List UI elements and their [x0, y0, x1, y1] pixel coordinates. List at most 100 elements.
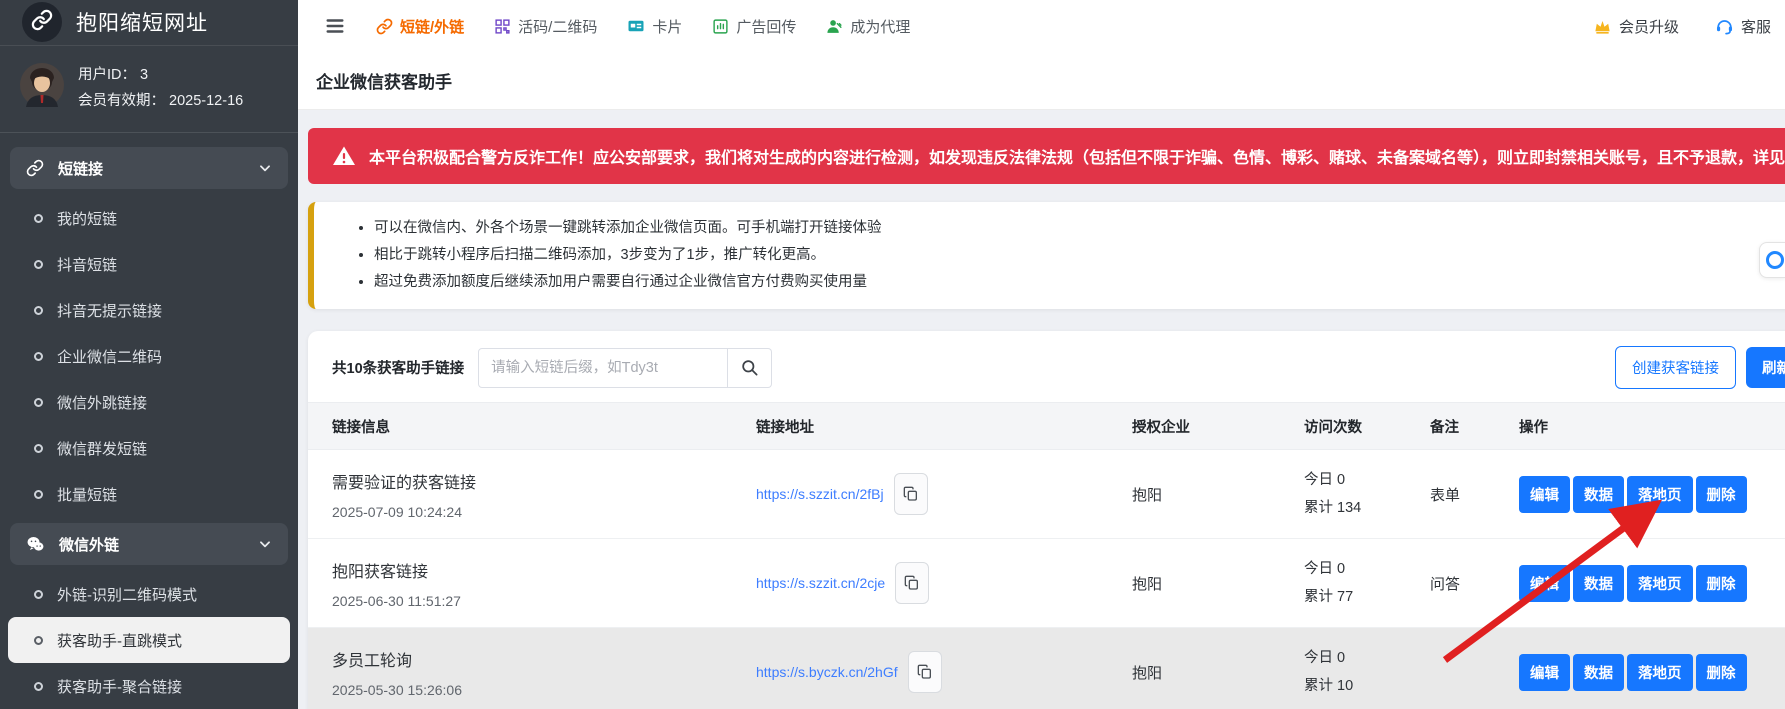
sidebar-group-shortlink[interactable]: 短链接 [10, 147, 288, 189]
member-upgrade-button[interactable]: 会员升级 [1593, 16, 1679, 37]
data-button[interactable]: 数据 [1573, 476, 1624, 513]
edit-button[interactable]: 编辑 [1519, 476, 1570, 513]
circle-marker-icon [34, 306, 43, 315]
table-toolbar: 共10条获客助手链接 创建获客链接 刷新 [308, 331, 1785, 402]
sidebar-item-wechat-jump[interactable]: 微信外跳链接 [8, 379, 290, 425]
col-header-link-info: 链接信息 [332, 416, 750, 437]
data-button[interactable]: 数据 [1573, 654, 1624, 691]
tab-label: 短链/外链 [400, 16, 464, 37]
sidebar-item-douyin-noprompt[interactable]: 抖音无提示链接 [8, 287, 290, 333]
warning-triangle-icon [332, 144, 356, 168]
user-id: 用户ID： 3 [78, 62, 243, 88]
link-created-date: 2025-05-30 15:26:06 [332, 682, 734, 698]
edit-button[interactable]: 编辑 [1519, 654, 1570, 691]
col-header-company: 授权企业 [1122, 416, 1298, 437]
wechat-icon [26, 535, 45, 554]
page-title: 企业微信获客助手 [298, 52, 1785, 110]
col-header-remark: 备注 [1424, 416, 1512, 437]
sidebar-item-label: 批量短链 [57, 484, 117, 505]
circle-marker-icon [34, 398, 43, 407]
remark: 问答 [1424, 573, 1512, 594]
sidebar-group-wechat-external[interactable]: 微信外链 [10, 523, 288, 565]
authorized-company: 抱阳 [1122, 573, 1298, 594]
refresh-button[interactable]: 刷新 [1746, 347, 1785, 388]
table-row: 抱阳获客链接 2025-06-30 11:51:27 https://s.szz… [308, 539, 1785, 628]
short-url-link[interactable]: https://s.szzit.cn/2fBj [756, 486, 884, 502]
link-count-text: 共10条获客助手链接 [332, 357, 464, 378]
create-acquisition-link-button[interactable]: 创建获客链接 [1615, 346, 1736, 389]
visit-stats: 今日 0 累计 10 [1298, 651, 1424, 693]
tab-card[interactable]: 卡片 [627, 16, 682, 37]
copy-button[interactable] [895, 562, 929, 604]
sidebar-item-wecom-qr[interactable]: 企业微信二维码 [8, 333, 290, 379]
tab-label: 活码/二维码 [518, 16, 597, 37]
visits-today: 今日 0 [1304, 651, 1424, 666]
sidebar-item-douyin-shortlink[interactable]: 抖音短链 [8, 241, 290, 287]
authorized-company: 抱阳 [1122, 484, 1298, 505]
sidebar-group-label: 微信外链 [59, 534, 119, 555]
circle-marker-icon [34, 590, 43, 599]
floating-widget-icon [1766, 251, 1784, 269]
tab-label: 广告回传 [736, 16, 796, 37]
sidebar-item-acquisition-aggregate[interactable]: 获客助手-聚合链接 [8, 663, 290, 709]
tab-shortlink-extlink[interactable]: 短链/外链 [376, 16, 464, 37]
landing-page-button[interactable]: 落地页 [1627, 654, 1693, 691]
circle-marker-icon [34, 490, 43, 499]
sidebar-item-label: 微信外跳链接 [57, 392, 147, 413]
data-button[interactable]: 数据 [1573, 565, 1624, 602]
headset-icon [1715, 17, 1734, 36]
chain-link-icon [31, 9, 53, 36]
link-name: 多员工轮询 [332, 647, 734, 671]
sidebar-item-label: 获客助手-聚合链接 [57, 676, 182, 697]
sidebar-item-batch-shortlink[interactable]: 批量短链 [8, 471, 290, 517]
col-header-link-url: 链接地址 [750, 416, 1122, 437]
topbar: 短链/外链 活码/二维码 卡片 广告回传 成为代理 [298, 0, 1785, 52]
customer-service-button[interactable]: 客服 [1715, 16, 1771, 37]
edit-button[interactable]: 编辑 [1519, 565, 1570, 602]
delete-button[interactable]: 删除 [1696, 476, 1747, 513]
visit-stats: 今日 0 累计 134 [1298, 473, 1424, 515]
delete-button[interactable]: 删除 [1696, 654, 1747, 691]
copy-icon [903, 486, 919, 502]
circle-marker-icon [34, 260, 43, 269]
search-input[interactable] [478, 348, 728, 388]
links-table-card: 共10条获客助手链接 创建获客链接 刷新 链接信息 链接地址 授权企业 访问次数… [308, 331, 1785, 709]
sidebar-item-label: 企业微信二维码 [57, 346, 162, 367]
delete-button[interactable]: 删除 [1696, 565, 1747, 602]
link-name: 抱阳获客链接 [332, 558, 734, 582]
floating-widget[interactable] [1759, 242, 1785, 278]
search-icon [740, 358, 759, 377]
tip-item: 超过免费添加额度后继续添加用户需要自行通过企业微信官方付费购买使用量 [374, 269, 1777, 296]
search-button[interactable] [728, 348, 772, 388]
sidebar-item-extlink-qr-mode[interactable]: 外链-识别二维码模式 [8, 571, 290, 617]
sidebar-item-wechat-mass[interactable]: 微信群发短链 [8, 425, 290, 471]
landing-page-button[interactable]: 落地页 [1627, 565, 1693, 602]
short-url-link[interactable]: https://s.byczk.cn/2hGf [756, 664, 898, 680]
ad-callback-icon [712, 18, 729, 35]
tab-become-agent[interactable]: 成为代理 [826, 16, 910, 37]
qr-code-icon [494, 18, 511, 35]
tab-label: 成为代理 [850, 16, 910, 37]
sidebar-item-acquisition-direct-mode[interactable]: 获客助手-直跳模式 [8, 617, 290, 663]
chevron-down-icon [258, 161, 272, 175]
copy-button[interactable] [908, 651, 942, 693]
tab-ad-callback[interactable]: 广告回传 [712, 16, 796, 37]
short-url-link[interactable]: https://s.szzit.cn/2cje [756, 575, 885, 591]
card-icon [627, 17, 645, 35]
sidebar-item-my-shortlinks[interactable]: 我的短链 [8, 195, 290, 241]
circle-marker-icon [34, 636, 43, 645]
col-header-visits: 访问次数 [1298, 416, 1424, 437]
circle-marker-icon [34, 352, 43, 361]
copy-button[interactable] [894, 473, 928, 515]
sidebar-item-label: 微信群发短链 [57, 438, 147, 459]
sidebar-item-label: 获客助手-直跳模式 [57, 630, 182, 651]
visits-total: 累计 77 [1304, 590, 1424, 605]
member-expiry: 会员有效期： 2025-12-16 [78, 88, 243, 114]
table-row: 多员工轮询 2025-05-30 15:26:06 https://s.bycz… [308, 628, 1785, 709]
tab-qrcode[interactable]: 活码/二维码 [494, 16, 597, 37]
col-header-actions: 操作 [1512, 416, 1785, 437]
landing-page-button[interactable]: 落地页 [1627, 476, 1693, 513]
hamburger-menu-icon[interactable] [324, 15, 346, 37]
brand: 抱阳缩短网址 [0, 0, 298, 46]
tip-item: 相比于跳转小程序后扫描二维码添加，3步变为了1步，推广转化更高。 [374, 242, 1777, 269]
